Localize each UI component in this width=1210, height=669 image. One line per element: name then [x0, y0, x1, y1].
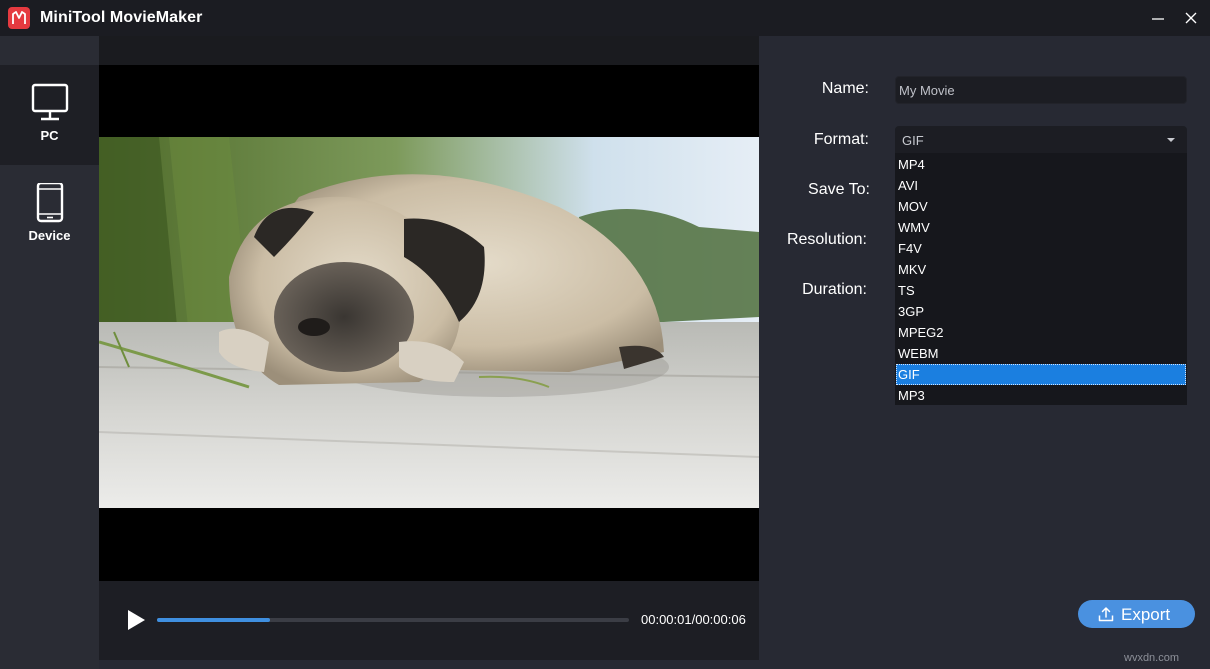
format-option-f4v[interactable]: F4V — [896, 238, 1186, 259]
sidebar-item-device[interactable]: Device — [0, 165, 99, 265]
monitor-icon — [30, 83, 70, 125]
phone-icon — [30, 183, 70, 225]
format-select[interactable]: GIF — [895, 126, 1187, 154]
progress-bar[interactable] — [157, 618, 629, 622]
chevron-down-icon — [1167, 138, 1175, 142]
export-button[interactable]: Export — [1078, 600, 1195, 628]
progress-fill — [157, 618, 270, 622]
minimize-icon[interactable] — [1144, 4, 1172, 32]
duration-label: Duration: — [747, 281, 867, 299]
format-option-gif[interactable]: GIF — [896, 364, 1186, 385]
format-label: Format: — [749, 131, 869, 149]
time-readout: 00:00:01/00:00:06 — [641, 612, 746, 627]
sidebar-item-label: Device — [0, 228, 99, 243]
export-label: Export — [1121, 605, 1170, 625]
resolution-label: Resolution: — [747, 231, 867, 249]
format-option-mpeg2[interactable]: MPEG2 — [896, 322, 1186, 343]
save-to-label: Save To: — [750, 181, 870, 199]
format-option-ts[interactable]: TS — [896, 280, 1186, 301]
sidebar-item-label: PC — [0, 128, 99, 143]
video-frame-image — [99, 137, 759, 508]
format-option-3gp[interactable]: 3GP — [896, 301, 1186, 322]
title-bar: MiniTool MovieMaker — [0, 0, 1210, 36]
upload-icon — [1098, 606, 1114, 622]
format-option-webm[interactable]: WEBM — [896, 343, 1186, 364]
format-option-avi[interactable]: AVI — [896, 175, 1186, 196]
close-icon[interactable] — [1177, 4, 1205, 32]
watermark: wvxdn.com — [1124, 652, 1179, 664]
sidebar-item-pc[interactable]: PC — [0, 65, 99, 165]
format-option-mov[interactable]: MOV — [896, 196, 1186, 217]
format-selected-value: GIF — [902, 133, 924, 148]
video-preview — [99, 36, 759, 581]
preview-top-bar — [99, 36, 759, 65]
format-dropdown-list: MP4AVIMOVWMVF4VMKVTS3GPMPEG2WEBMGIFMP3 — [895, 153, 1187, 405]
format-option-mp4[interactable]: MP4 — [896, 154, 1186, 175]
app-logo-icon — [8, 7, 30, 29]
format-option-mp3[interactable]: MP3 — [896, 385, 1186, 406]
play-icon[interactable] — [125, 609, 147, 631]
destination-sidebar: PC Device — [0, 36, 99, 669]
name-input[interactable] — [895, 76, 1187, 104]
player-controls: 00:00:01/00:00:06 — [99, 581, 759, 660]
name-label: Name: — [749, 80, 869, 98]
format-option-wmv[interactable]: WMV — [896, 217, 1186, 238]
window-title: MiniTool MovieMaker — [40, 9, 203, 27]
format-option-mkv[interactable]: MKV — [896, 259, 1186, 280]
